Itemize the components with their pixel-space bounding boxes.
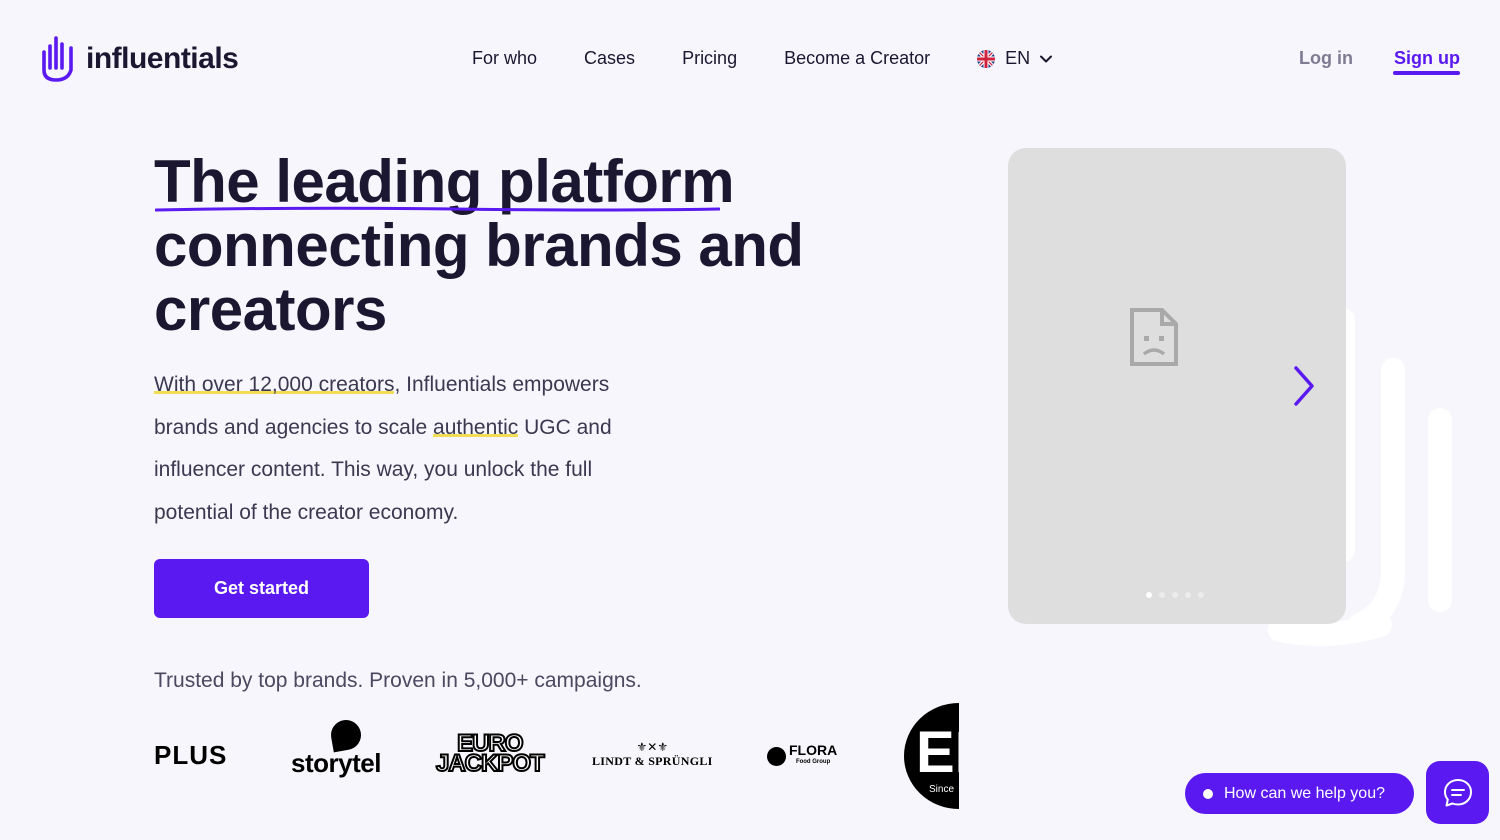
chevron-right-icon[interactable] (1290, 364, 1318, 408)
leaf-icon (767, 746, 786, 766)
signup-link[interactable]: Sign up (1394, 48, 1460, 69)
carousel-dots (1146, 592, 1204, 598)
headline-line-3: creators (154, 276, 387, 343)
nav-become-creator[interactable]: Become a Creator (784, 48, 930, 69)
lead-highlight-authentic: authentic (433, 415, 519, 439)
logo-plus: PLUS (154, 740, 228, 770)
hand-logo-icon (42, 36, 73, 82)
nav-pricing[interactable]: Pricing (682, 48, 737, 69)
media-carousel[interactable] (1008, 148, 1346, 624)
logo-storytel: storytel (286, 717, 386, 779)
nav-cases[interactable]: Cases (584, 48, 635, 69)
chat-bubble-icon (1443, 778, 1472, 806)
login-link[interactable]: Log in (1299, 48, 1353, 69)
logo-text: influentials (86, 42, 239, 75)
hero-headline: The leading platform connecting brands a… (154, 150, 854, 342)
carousel-dot-2[interactable] (1159, 592, 1165, 598)
headline-line-2: connecting brands and (154, 212, 804, 279)
jackpot-text: JACKPOT (435, 750, 546, 777)
carousel-dot-5[interactable] (1198, 592, 1204, 598)
logo-flora: FLORA Food Group (767, 743, 837, 768)
brand-logos: PLUS storytel EURO JACKPOT ⚜✕⚜ LINDT & S… (154, 700, 959, 810)
logo[interactable]: influentials (38, 34, 239, 84)
headline-line-1: The leading platform (154, 148, 735, 215)
online-dot-icon (1203, 788, 1213, 799)
site-header: influentials For who Cases Pricing Becom… (0, 0, 1500, 120)
nav-for-who[interactable]: For who (472, 48, 537, 69)
trusted-text: Trusted by top brands. Proven in 5,000+ … (154, 669, 642, 692)
lead-highlight-creators: With over 12,000 creators (154, 373, 395, 396)
ep-text: EP (916, 719, 959, 785)
signup-underline (1393, 71, 1460, 75)
broken-image-icon (1130, 308, 1178, 366)
ep-subtext: Since (929, 784, 955, 795)
uk-flag-icon (977, 49, 996, 68)
carousel-dot-1[interactable] (1146, 592, 1152, 598)
chat-prompt-text: How can we help you? (1224, 784, 1385, 802)
logo-ep: EP Since (904, 703, 959, 809)
lindt-crest-icon: ⚜✕⚜ (636, 740, 669, 754)
logo-eurojackpot: EURO JACKPOT (435, 731, 546, 777)
hero-lead: With over 12,000 creators, Influentials … (154, 364, 654, 534)
chevron-down-icon (1040, 55, 1053, 62)
get-started-button[interactable]: Get started (154, 559, 369, 618)
flora-subtext: Food Group (795, 759, 831, 765)
language-label: EN (1005, 48, 1031, 68)
storytel-text: storytel (291, 748, 381, 778)
language-selector[interactable]: EN (977, 48, 1053, 69)
chat-prompt[interactable]: How can we help you? (1185, 773, 1414, 814)
chat-button[interactable] (1426, 761, 1489, 824)
main-nav: For who Cases Pricing Become a Creator E… (472, 48, 1053, 69)
carousel-dot-3[interactable] (1172, 592, 1178, 598)
carousel-dot-4[interactable] (1185, 592, 1191, 598)
lindt-text: LINDT & SPRÜNGLI (592, 754, 713, 768)
logo-lindt: ⚜✕⚜ LINDT & SPRÜNGLI (592, 740, 713, 768)
